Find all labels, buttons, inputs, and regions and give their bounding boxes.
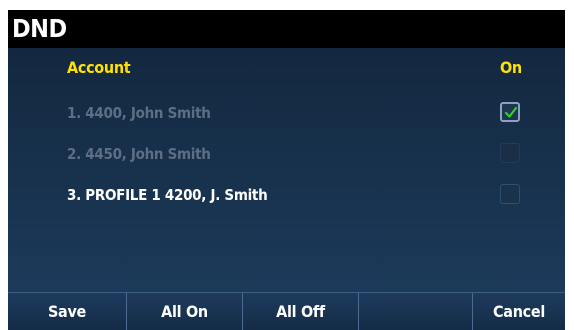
empty-softkey[interactable]: [358, 293, 472, 330]
account-row-2[interactable]: 2. 4450, John Smith: [8, 135, 565, 175]
column-header-account: Account: [67, 58, 131, 77]
page-title: DND: [12, 14, 67, 43]
checkmark-icon: [504, 106, 518, 118]
cancel-softkey[interactable]: Cancel: [472, 293, 565, 330]
phone-screen: DND Account On 1. 4400, John Smith 2. 44…: [8, 10, 565, 330]
softkey-bar: Save All On All Off Cancel: [8, 292, 565, 330]
all-on-softkey[interactable]: All On: [126, 293, 242, 330]
dnd-list: Account On 1. 4400, John Smith 2. 4450, …: [8, 48, 565, 292]
dnd-checkbox-1[interactable]: [500, 102, 520, 122]
account-row-1[interactable]: 1. 4400, John Smith: [8, 94, 565, 134]
title-bar: DND: [8, 10, 565, 48]
account-label: 1. 4400, John Smith: [67, 104, 211, 122]
save-softkey[interactable]: Save: [8, 293, 126, 330]
column-header-on: On: [500, 58, 522, 77]
account-label: 2. 4450, John Smith: [67, 145, 211, 163]
all-off-softkey[interactable]: All Off: [242, 293, 358, 330]
dnd-checkbox-2[interactable]: [500, 143, 520, 163]
account-row-3[interactable]: 3. PROFILE 1 4200, J. Smith: [8, 176, 565, 216]
dnd-checkbox-3[interactable]: [500, 184, 520, 204]
account-label: 3. PROFILE 1 4200, J. Smith: [67, 186, 268, 204]
